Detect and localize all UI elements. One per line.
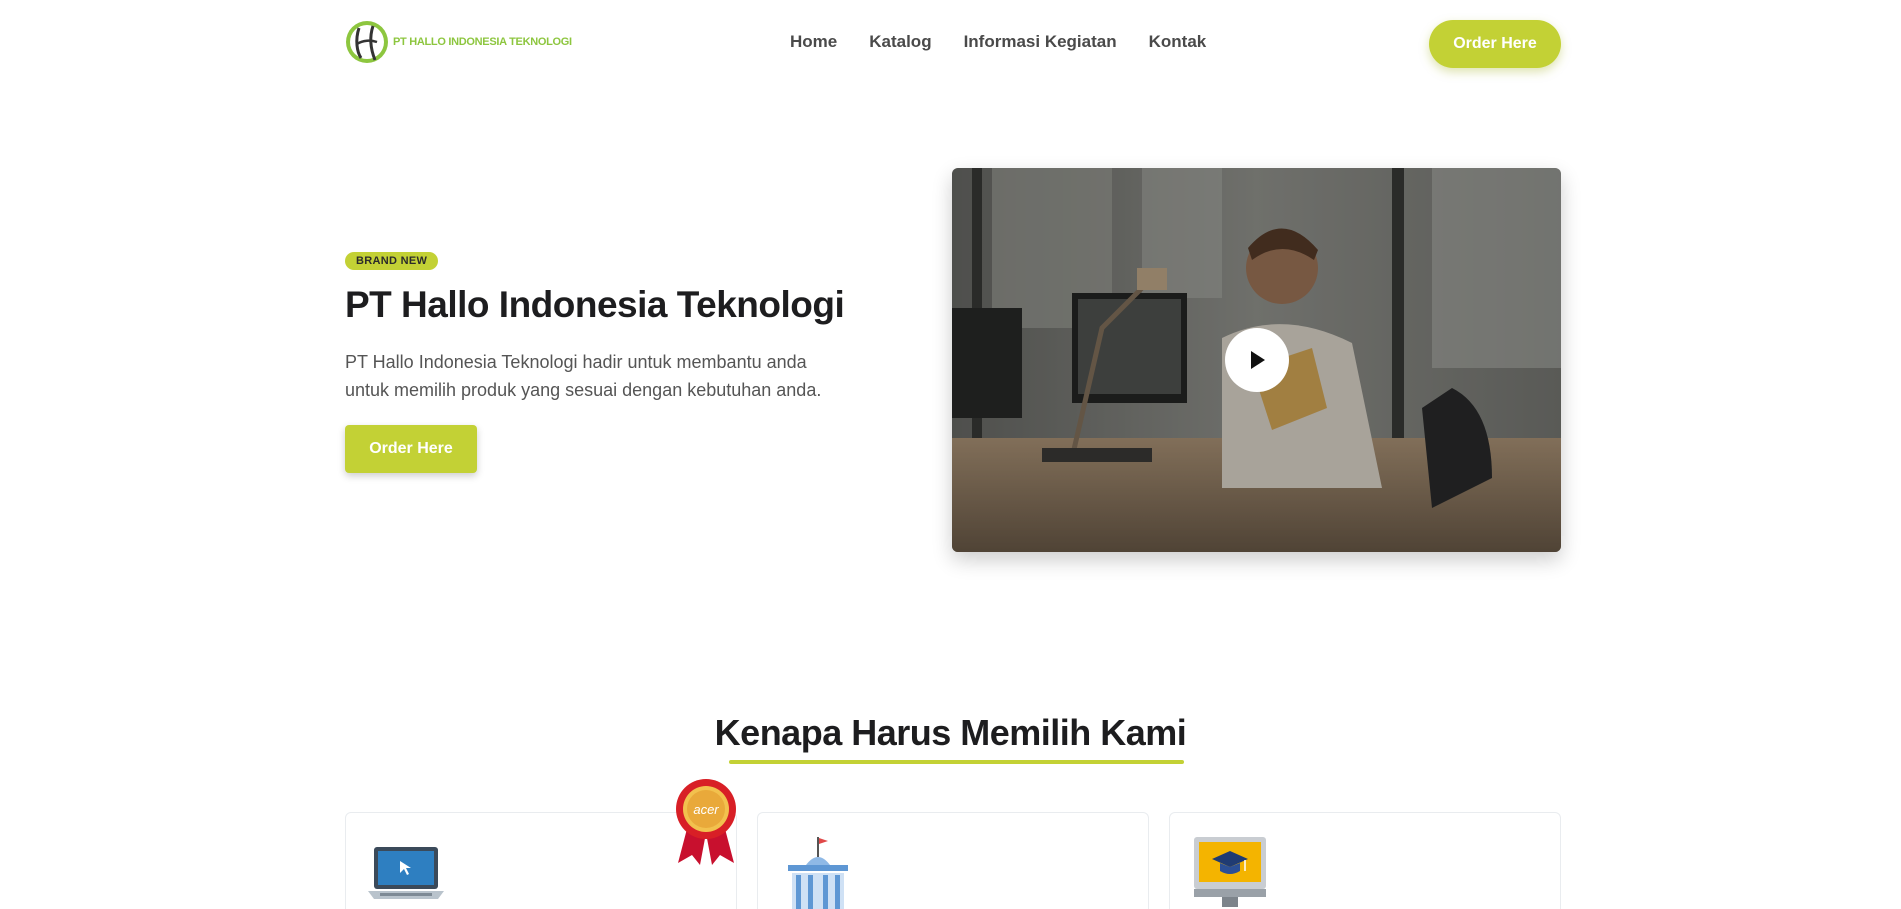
title-underline: [729, 760, 1184, 764]
hero-video[interactable]: [952, 168, 1561, 552]
laptop-icon: [368, 847, 444, 899]
nav-informasi-kegiatan[interactable]: Informasi Kegiatan: [964, 32, 1117, 52]
hero-order-button[interactable]: Order Here: [345, 425, 477, 473]
nav-kontak[interactable]: Kontak: [1149, 32, 1207, 52]
logo-mark-icon: [346, 21, 388, 63]
main-nav: Home Katalog Informasi Kegiatan Kontak: [790, 32, 1206, 52]
government-building-icon: [788, 837, 848, 909]
feature-card-2: [757, 812, 1149, 909]
play-button[interactable]: [1225, 328, 1289, 392]
nav-katalog[interactable]: Katalog: [869, 32, 931, 52]
feature-card-1: acer: [345, 779, 737, 909]
nav-home[interactable]: Home: [790, 32, 837, 52]
hero-section: BRAND NEW PT Hallo Indonesia Teknologi P…: [345, 168, 1561, 552]
logo[interactable]: PT HALLO INDONESIA TEKNOLOGI: [345, 20, 572, 64]
feature-card-3: [1169, 812, 1561, 909]
feature-cards: acer: [345, 779, 1561, 909]
hero-description: PT Hallo Indonesia Teknologi hadir untuk…: [345, 352, 822, 400]
site-header: PT HALLO INDONESIA TEKNOLOGI Home Katalo…: [345, 0, 1561, 88]
header-order-button[interactable]: Order Here: [1429, 20, 1561, 68]
play-icon: [1251, 351, 1265, 369]
award-text: acer: [693, 802, 719, 817]
hero-title: PT Hallo Indonesia Teknologi: [345, 284, 845, 325]
brand-new-badge: BRAND NEW: [345, 252, 439, 270]
acer-award-ribbon-icon: acer: [676, 779, 736, 865]
logo-text: PT HALLO INDONESIA TEKNOLOGI: [393, 36, 572, 48]
why-title: Kenapa Harus Memilih Kami: [714, 712, 1187, 753]
graduation-monitor-icon: [1194, 837, 1266, 907]
